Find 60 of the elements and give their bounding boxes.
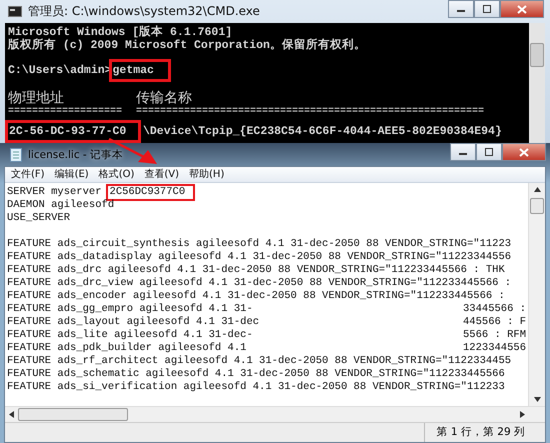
text-line: USE_SERVER [7,212,70,225]
text-line: FEATURE ads_si_verification agileesofd 4.1 31-dec-2050 88 VENDOR_STRING="112233 [7,381,505,394]
notepad-icon [10,148,22,162]
maximize-icon [484,148,494,156]
minimize-button[interactable] [448,0,474,18]
text-line: FEATURE ads_drc agileesofd 4.1 31-dec-2050 88 VENDOR_STRING="112233445566 : THK [7,264,505,277]
text-line: FEATURE ads_gg_empro agileesofd 4.1 31- [7,303,253,316]
scroll-bar[interactable] [529,23,545,143]
minimize-button[interactable] [450,143,476,161]
console-line: Microsoft Windows [版本 6.1.7601] [8,26,234,39]
menu-item[interactable]: 格式(O) [98,168,134,181]
maximize-button[interactable] [476,143,502,161]
scroll-thumb[interactable] [530,43,544,67]
text-line: FEATURE ads_lite agileesofd 4.1 31-dec- [7,329,253,342]
close-button[interactable] [502,143,546,161]
console-icon [8,6,22,17]
scroll-right-icon[interactable] [520,411,525,418]
horizontal-scroll-bar[interactable] [5,406,545,422]
close-icon [519,148,529,156]
text-line: FEATURE ads_rf_architect agileesofd 4.1 31-dec-2050 88 VENDOR_STRING="1122334455 [7,355,512,368]
scroll-down-icon[interactable] [534,397,540,402]
text-line: FEATURE ads_pdk_builder agileesofd 4.1 [7,342,246,355]
window-title: 管理员: C:\windows\system32\CMD.exe [28,3,260,20]
command-text: getmac [112,62,168,79]
text-line: FEATURE ads_datadisplay agileesofd 4.1 31-dec-2050 88 VENDOR_STRING="11223344556 [7,251,512,264]
text-line: 5566 : RFM [462,329,526,342]
scroll-thumb[interactable] [18,408,128,421]
text-line: FEATURE ads_drc_view agileesofd 4.1 31-dec-2050 88 VENDOR_STRING="112233445566 : [7,277,512,290]
menu-item[interactable]: 文件(F) [11,168,45,181]
text-line: SERVER myserver [7,186,102,199]
window-title: license.lic - 记事本 [28,148,124,162]
table-cell-text: \Device\Tcpip_{EC238C54-6C6F-4044-AEE5-802E90384E94} [142,124,503,140]
text-line: 33445566 : [462,303,526,316]
scroll-bar[interactable] [528,183,545,406]
text-line: DAEMON agileesofd [7,199,114,212]
separator-line: ========================================================== [136,107,484,117]
menu-item[interactable]: 查看(V) [144,168,180,181]
text-line: FEATURE ads_layout agileesofd 4.1 31-dec [7,316,260,329]
text-line: FEATURE ads_schematic agileesofd 4.1 31-dec-2050 88 VENDOR_STRING="112233445566 [7,368,505,381]
text-line: 445566 : F [462,316,526,329]
close-button[interactable] [500,0,544,18]
scroll-thumb[interactable] [530,198,544,214]
column-header: 传输名称 [136,89,193,107]
menu-item[interactable]: 编辑(E) [54,168,89,181]
text-line: FEATURE ads_circuit_synthesis agileesofd 4.1 31-dec-2050 88 VENDOR_STRING="11223 [7,238,512,251]
scroll-up-icon[interactable] [534,187,540,192]
column-header: 物理地址 [8,89,65,107]
close-icon [517,4,527,14]
maximize-button[interactable] [474,0,500,18]
text-line: FEATURE ads_encoder agileesofd 4.1 31-dec-2050 88 VENDOR_STRING="112233445566 : [7,290,505,303]
server-id-text: 2C56DC9377C0 [108,186,194,199]
table-cell: 2C-56-DC-93-77-C0 [8,123,138,140]
console-line: 版权所有 (c) 2009 Microsoft Corporation。保留所有权利。 [8,39,367,52]
menu-item[interactable]: 帮助(H) [189,168,224,181]
scroll-left-icon[interactable] [9,411,14,418]
separator-line: =================== [8,107,124,117]
text-line: 1223344556 [462,342,526,355]
maximize-icon [482,5,492,13]
status-text: 第 1 行，第 29 列 [424,423,545,442]
prompt-path: C:\Users\admin> [8,64,112,77]
